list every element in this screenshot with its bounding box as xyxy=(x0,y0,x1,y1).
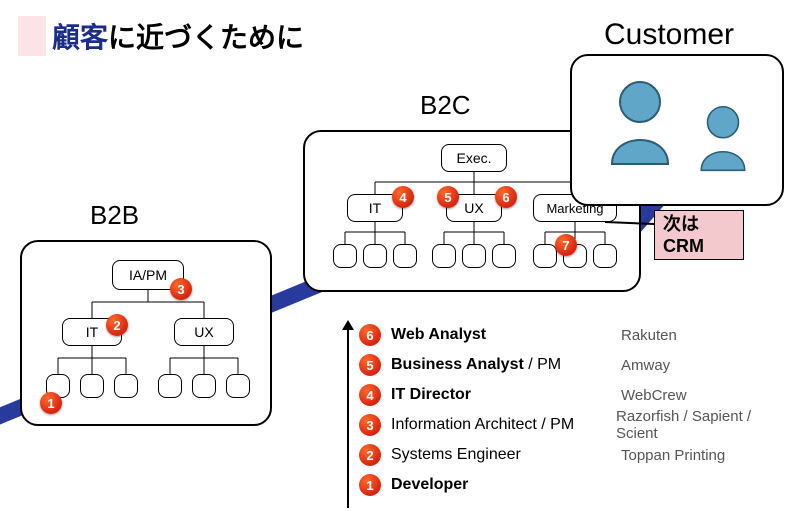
legend-badge: 5 xyxy=(359,354,381,376)
slide-title: 顧客に近づくために xyxy=(18,16,328,56)
legend-badge: 4 xyxy=(359,384,381,406)
b2c-ux-leaf xyxy=(462,244,486,268)
title-rest: に近づくために xyxy=(108,22,304,53)
badge-6: 6 xyxy=(495,186,517,208)
badge-2: 2 xyxy=(106,314,128,336)
legend-row: 4 IT Director WebCrew xyxy=(333,380,793,410)
legend-row: 5 Business Analyst / PM Amway xyxy=(333,350,793,380)
b2b-it-leaf xyxy=(80,374,104,398)
legend-row: 2 Systems Engineer Toppan Printing xyxy=(333,440,793,470)
legend-company: WebCrew xyxy=(621,387,687,404)
b2c-mkt-leaf xyxy=(533,244,557,268)
b2b-it-leaf xyxy=(114,374,138,398)
legend-role: Information Architect / PM xyxy=(391,416,616,434)
b2c-root-node: Exec. xyxy=(441,144,507,172)
badge-3: 3 xyxy=(170,278,192,300)
b2c-ux-leaf xyxy=(492,244,516,268)
badge-5: 5 xyxy=(437,186,459,208)
legend-badge: 3 xyxy=(359,414,381,436)
legend-role: Web Analyst xyxy=(391,326,621,344)
crm-line2: CRM xyxy=(663,236,704,256)
legend-company: Razorfish / Sapient / Scient xyxy=(616,408,793,442)
legend-badge: 2 xyxy=(359,444,381,466)
legend-company: Rakuten xyxy=(621,327,677,344)
person-icon xyxy=(692,102,754,172)
legend-role: Business Analyst / PM xyxy=(391,356,621,374)
b2b-label: B2B xyxy=(90,200,139,231)
customer-panel xyxy=(570,54,784,206)
badge-1: 1 xyxy=(40,392,62,414)
crm-line1: 次は xyxy=(663,214,699,234)
b2b-ux-leaf xyxy=(158,374,182,398)
person-icon xyxy=(600,76,680,166)
legend-company: Toppan Printing xyxy=(621,447,725,464)
b2c-ux-leaf xyxy=(432,244,456,268)
legend-company: Amway xyxy=(621,357,670,374)
legend-row: 3 Information Architect / PM Razorfish /… xyxy=(333,410,793,440)
legend-badge: 6 xyxy=(359,324,381,346)
legend-role: Systems Engineer xyxy=(391,446,621,464)
b2b-ux-leaf xyxy=(192,374,216,398)
b2b-ux-node: UX xyxy=(174,318,234,346)
b2c-label: B2C xyxy=(420,90,471,121)
b2b-ux-leaf xyxy=(226,374,250,398)
legend-role: Developer xyxy=(391,476,621,494)
crm-note: 次は CRM xyxy=(654,210,744,260)
title-text: 顧客に近づくために xyxy=(52,16,304,56)
b2c-it-leaf xyxy=(393,244,417,268)
title-accent xyxy=(18,16,46,56)
badge-7: 7 xyxy=(555,234,577,256)
b2c-mkt-leaf xyxy=(593,244,617,268)
customer-label: Customer xyxy=(604,18,734,52)
badge-4: 4 xyxy=(392,186,414,208)
legend: 6 Web Analyst Rakuten 5 Business Analyst… xyxy=(333,320,793,500)
legend-role: IT Director xyxy=(391,386,621,404)
legend-badge: 1 xyxy=(359,474,381,496)
b2c-it-leaf xyxy=(333,244,357,268)
b2c-it-leaf xyxy=(363,244,387,268)
legend-row: 1 Developer xyxy=(333,470,793,500)
title-highlight: 顧客 xyxy=(52,22,108,53)
legend-row: 6 Web Analyst Rakuten xyxy=(333,320,793,350)
